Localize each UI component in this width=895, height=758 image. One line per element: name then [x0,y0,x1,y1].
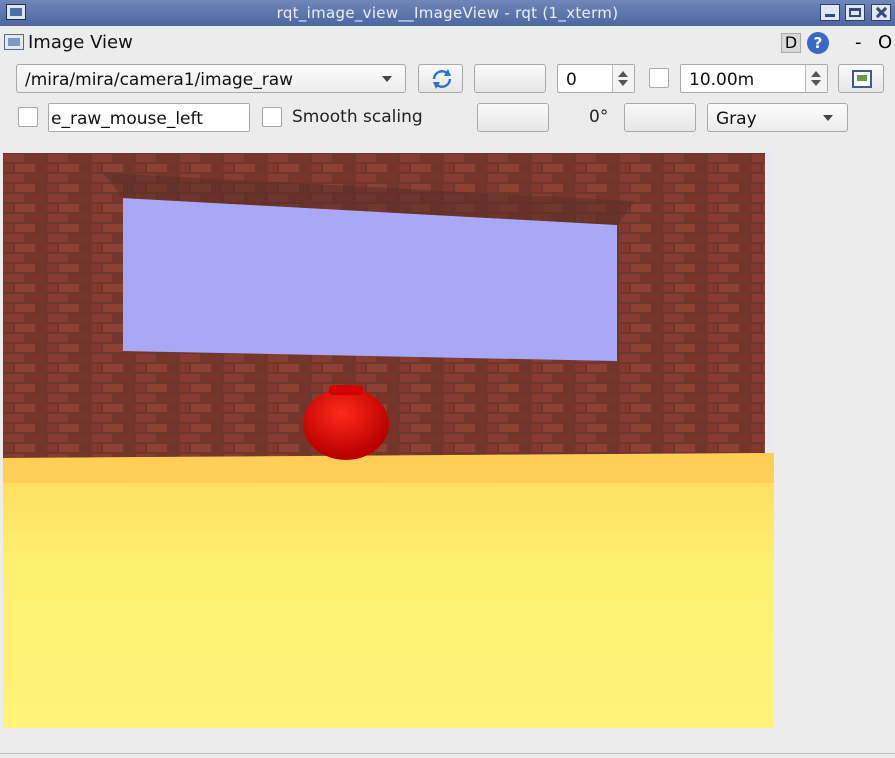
dynamic-range-checkbox[interactable] [649,68,669,88]
spin-up-icon[interactable] [811,71,821,77]
camera-image-render [3,153,774,728]
plugin-header: Image View D ? - O [0,28,895,58]
close-plugin-button[interactable]: O [878,32,892,53]
close-window-button[interactable] [871,4,891,21]
refresh-icon [432,69,452,89]
smooth-scaling-checkbox[interactable] [262,107,282,127]
topic-select-value: /mira/mira/camera1/image_raw [25,70,294,90]
window-titlebar: rqt_image_view__ImageView - rqt (1_xterm… [0,0,895,26]
rotation-label: 0° [589,107,609,127]
status-divider [0,753,895,754]
value-spinbox[interactable]: 0 [557,64,635,93]
save-image-button[interactable] [838,64,884,93]
mouse-topic-text: e_raw_mouse_left [51,109,203,129]
dock-button[interactable]: D [781,33,801,53]
color-scheme-select[interactable]: Gray [707,103,848,132]
blank-button-1[interactable] [474,64,546,93]
maximize-window-button[interactable] [845,4,865,21]
mouse-topic-input[interactable]: e_raw_mouse_left [48,103,250,132]
color-scheme-value: Gray [716,109,757,129]
rotate-right-button[interactable] [624,103,696,132]
publish-mouse-checkbox[interactable] [18,107,38,127]
spinbox-arrows[interactable] [612,65,634,92]
max-range-spin-arrows[interactable] [805,65,827,92]
rotate-left-button[interactable] [477,103,549,132]
refresh-topics-button[interactable] [418,64,463,93]
value-spinbox-text: 0 [566,70,577,90]
spin-up-icon[interactable] [618,71,628,77]
smooth-scaling-label: Smooth scaling [292,107,423,127]
chevron-down-icon [823,115,833,121]
max-range-spinbox[interactable]: 10.00m [680,64,828,93]
minimize-plugin-button[interactable]: - [855,32,862,53]
camera-image[interactable] [3,153,774,728]
plugin-title: Image View [28,32,133,53]
window-title: rqt_image_view__ImageView - rqt (1_xterm… [276,4,619,22]
chevron-down-icon [382,76,392,82]
image-view-icon [4,34,24,50]
spin-down-icon[interactable] [618,80,628,86]
max-range-text: 10.00m [689,70,755,90]
save-icon [852,70,872,88]
help-icon[interactable]: ? [807,32,829,54]
spin-down-icon[interactable] [811,80,821,86]
minimize-window-button[interactable] [820,4,840,21]
topic-select[interactable]: /mira/mira/camera1/image_raw [16,64,406,93]
